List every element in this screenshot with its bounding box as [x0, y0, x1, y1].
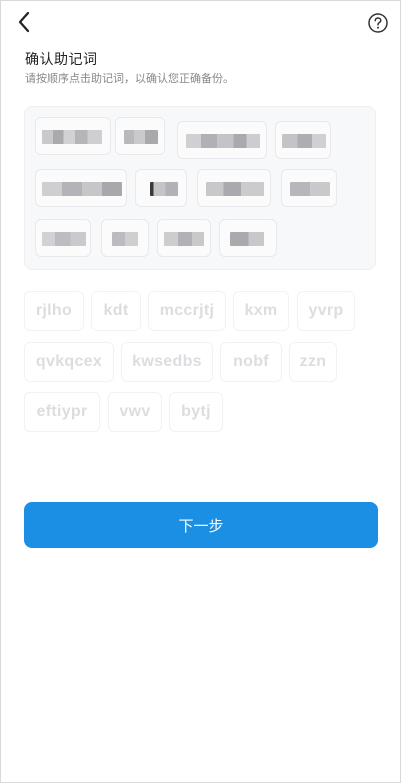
top-bar — [1, 1, 400, 45]
selected-word-chip[interactable] — [135, 169, 187, 207]
chevron-left-icon — [18, 11, 30, 33]
word-option[interactable]: bytj — [169, 392, 223, 432]
word-option[interactable]: qvkqcex — [24, 342, 114, 382]
word-option[interactable]: kdt — [91, 291, 141, 331]
word-option[interactable]: kxm — [233, 291, 289, 331]
selected-word-chip[interactable] — [275, 121, 331, 159]
word-option[interactable]: zzn — [289, 342, 337, 382]
word-option[interactable]: yvrp — [297, 291, 355, 331]
selected-words-area — [24, 106, 376, 270]
word-option[interactable]: eftiypr — [24, 392, 100, 432]
selected-word-chip[interactable] — [219, 219, 277, 257]
next-button[interactable]: 下一步 — [24, 502, 378, 548]
word-option[interactable]: mccrjtj — [148, 291, 226, 331]
question-circle-icon — [368, 13, 388, 33]
selected-word-chip[interactable] — [35, 219, 91, 257]
word-option[interactable]: kwsedbs — [121, 342, 213, 382]
selected-word-chip[interactable] — [35, 169, 127, 207]
selected-word-chip[interactable] — [281, 169, 337, 207]
selected-word-chip[interactable] — [115, 117, 165, 155]
page-title: 确认助记词 — [25, 51, 98, 67]
selected-word-chip[interactable] — [35, 117, 111, 155]
selected-word-chip[interactable] — [157, 219, 211, 257]
app-frame: 确认助记词 请按顺序点击助记词，以确认您正确备份。 rjlho kdt mccr… — [0, 0, 401, 783]
word-option[interactable]: nobf — [220, 342, 282, 382]
selected-word-chip[interactable] — [101, 219, 149, 257]
word-option[interactable]: vwv — [108, 392, 162, 432]
selected-word-chip[interactable] — [197, 169, 271, 207]
selected-word-chip[interactable] — [177, 121, 267, 159]
back-button[interactable] — [13, 9, 37, 35]
page-instructions: 请按顺序点击助记词，以确认您正确备份。 — [25, 73, 234, 85]
help-button[interactable] — [367, 12, 389, 34]
word-option[interactable]: rjlho — [24, 291, 84, 331]
